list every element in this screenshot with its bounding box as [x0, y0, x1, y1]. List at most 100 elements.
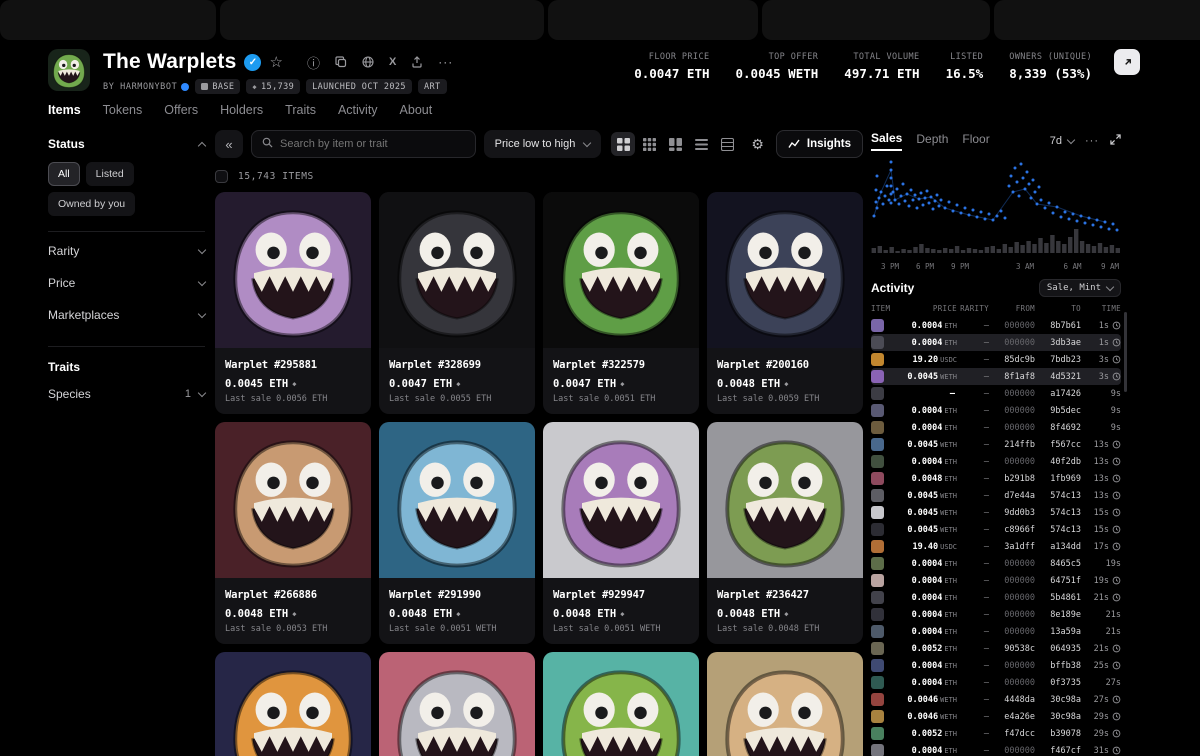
activity-from-address[interactable]: 000000 [989, 576, 1035, 586]
activity-to-address[interactable]: a134dd [1035, 542, 1081, 552]
activity-to-address[interactable]: 064935 [1035, 644, 1081, 654]
copy-icon[interactable] [335, 56, 347, 68]
item-thumbnail[interactable] [871, 574, 884, 587]
item-thumbnail[interactable] [871, 472, 884, 485]
tab-tokens[interactable]: Tokens [103, 103, 143, 117]
activity-from-address[interactable]: c8966f [989, 525, 1035, 535]
activity-row[interactable]: 0.0004 ETH — 000000 13a59a 21s [871, 623, 1121, 640]
nft-image[interactable] [707, 192, 863, 348]
open-external-button[interactable] [1114, 49, 1140, 75]
activity-row[interactable]: 0.0004 ETH — 000000 9b5dec 9s [871, 402, 1121, 419]
activity-to-address[interactable]: 3db3ae [1035, 338, 1081, 348]
tab-items[interactable]: Items [48, 103, 81, 117]
filter-marketplaces-header[interactable]: Marketplaces [48, 299, 207, 331]
featured-banner[interactable] [0, 0, 1200, 40]
activity-row[interactable]: 19.40 USDC — 3a1dff a134dd 17s [871, 538, 1121, 555]
nft-card[interactable]: Warplet #929947 0.0048 ETH ◆ Last sale 0.… [543, 422, 699, 644]
item-thumbnail[interactable] [871, 523, 884, 536]
activity-row[interactable]: 0.0004 ETH — 000000 5b4861 21s [871, 589, 1121, 606]
nft-card[interactable]: Warplet #322579 0.0047 ETH ◆ Last sale 0.… [543, 192, 699, 414]
activity-row[interactable]: 0.0052 ETH — f47dcc b39078 29s [871, 725, 1121, 742]
activity-from-address[interactable]: 000000 [989, 389, 1035, 399]
item-thumbnail[interactable] [871, 489, 884, 502]
item-thumbnail[interactable] [871, 557, 884, 570]
activity-from-address[interactable]: 000000 [989, 457, 1035, 467]
search-input[interactable] [280, 138, 465, 150]
activity-from-address[interactable]: 4448da [989, 695, 1035, 705]
activity-to-address[interactable]: bffb38 [1035, 661, 1081, 671]
item-thumbnail[interactable] [871, 336, 884, 349]
view-gallery-icon[interactable] [663, 132, 687, 156]
item-thumbnail[interactable] [871, 744, 884, 756]
activity-from-address[interactable]: 000000 [989, 593, 1035, 603]
activity-filter-select[interactable]: Sale, Mint [1038, 279, 1121, 297]
select-all-checkbox[interactable] [215, 170, 228, 183]
item-thumbnail[interactable] [871, 353, 884, 366]
activity-to-address[interactable]: a17426 [1035, 389, 1081, 399]
item-thumbnail[interactable] [871, 693, 884, 706]
more-options-icon[interactable]: ··· [438, 55, 453, 69]
filter-price-header[interactable]: Price [48, 267, 207, 299]
nft-image[interactable] [215, 652, 371, 756]
nft-image[interactable] [707, 652, 863, 756]
item-thumbnail[interactable] [871, 540, 884, 553]
activity-to-address[interactable]: b39078 [1035, 729, 1081, 739]
sales-chart[interactable]: 3 PM 6 PM 9 PM 3 AM 6 AM 9 AM [871, 156, 1121, 273]
activity-to-address[interactable]: 9b5dec [1035, 406, 1081, 416]
activity-from-address[interactable]: 214ffb [989, 440, 1035, 450]
nft-card[interactable]: Warplet #236427 0.0048 ETH ◆ Last sale 0.… [707, 422, 863, 644]
item-thumbnail[interactable] [871, 438, 884, 451]
tab-traits[interactable]: Traits [285, 103, 316, 117]
activity-to-address[interactable]: 1fb969 [1035, 474, 1081, 484]
activity-to-address[interactable]: 8f4692 [1035, 423, 1081, 433]
nft-card[interactable]: Warplet #295881 0.0045 ETH ◆ Last sale 0.… [215, 192, 371, 414]
item-thumbnail[interactable] [871, 676, 884, 689]
chart-more-icon[interactable]: ··· [1085, 135, 1099, 147]
x-twitter-icon[interactable]: X [389, 56, 396, 68]
status-pill-owned[interactable]: Owned by you [48, 192, 136, 216]
activity-row[interactable]: 0.0004 ETH — 000000 8f4692 9s [871, 419, 1121, 436]
watchlist-star-icon[interactable]: ☆ [269, 53, 282, 71]
nft-image[interactable] [379, 192, 535, 348]
activity-to-address[interactable]: 8465c5 [1035, 559, 1081, 569]
activity-to-address[interactable]: 7bdb23 [1035, 355, 1081, 365]
activity-row[interactable]: 0.0004 ETH — 000000 40f2db 13s [871, 453, 1121, 470]
activity-to-address[interactable]: 574c13 [1035, 491, 1081, 501]
activity-from-address[interactable]: b291b8 [989, 474, 1035, 484]
activity-from-address[interactable]: 000000 [989, 338, 1035, 348]
item-thumbnail[interactable] [871, 608, 884, 621]
nft-image[interactable] [215, 192, 371, 348]
item-thumbnail[interactable] [871, 591, 884, 604]
nft-image[interactable] [379, 422, 535, 578]
activity-to-address[interactable]: 0f3735 [1035, 678, 1081, 688]
activity-from-address[interactable]: 000000 [989, 321, 1035, 331]
activity-row[interactable]: 0.0052 ETH — 90538c 064935 21s [871, 640, 1121, 657]
filter-status-header[interactable]: Status [48, 130, 207, 162]
nft-image[interactable] [707, 422, 863, 578]
activity-row[interactable]: 0.0046 WETH — 4448da 30c98a 27s [871, 691, 1121, 708]
activity-to-address[interactable]: 4d5321 [1035, 372, 1081, 382]
activity-row[interactable]: 0.0004 ETH — 000000 bffb38 25s [871, 657, 1121, 674]
activity-row[interactable]: – — 000000 a17426 9s [871, 385, 1121, 402]
item-thumbnail[interactable] [871, 727, 884, 740]
chart-tab-floor[interactable]: Floor [962, 132, 989, 150]
item-thumbnail[interactable] [871, 404, 884, 417]
activity-row[interactable]: 0.0045 WETH — 8f1af8 4d5321 3s [871, 368, 1121, 385]
activity-to-address[interactable]: 30c98a [1035, 695, 1081, 705]
nft-card[interactable]: Warplet #291990 0.0048 ETH ◆ Last sale 0.… [379, 422, 535, 644]
activity-to-address[interactable]: 40f2db [1035, 457, 1081, 467]
activity-from-address[interactable]: 85dc9b [989, 355, 1035, 365]
activity-to-address[interactable]: 30c98a [1035, 712, 1081, 722]
item-thumbnail[interactable] [871, 625, 884, 638]
activity-from-address[interactable]: 8f1af8 [989, 372, 1035, 382]
tab-offers[interactable]: Offers [164, 103, 198, 117]
nft-image[interactable] [215, 422, 371, 578]
share-icon[interactable] [411, 56, 423, 68]
collapse-filters-button[interactable]: « [215, 130, 243, 158]
nft-card[interactable] [543, 652, 699, 756]
expand-chart-icon[interactable] [1110, 134, 1121, 148]
view-grid-large-icon[interactable] [611, 132, 636, 156]
nft-card[interactable]: Warplet #266886 0.0048 ETH ◆ Last sale 0.… [215, 422, 371, 644]
tab-holders[interactable]: Holders [220, 103, 263, 117]
activity-from-address[interactable]: 9dd0b3 [989, 508, 1035, 518]
